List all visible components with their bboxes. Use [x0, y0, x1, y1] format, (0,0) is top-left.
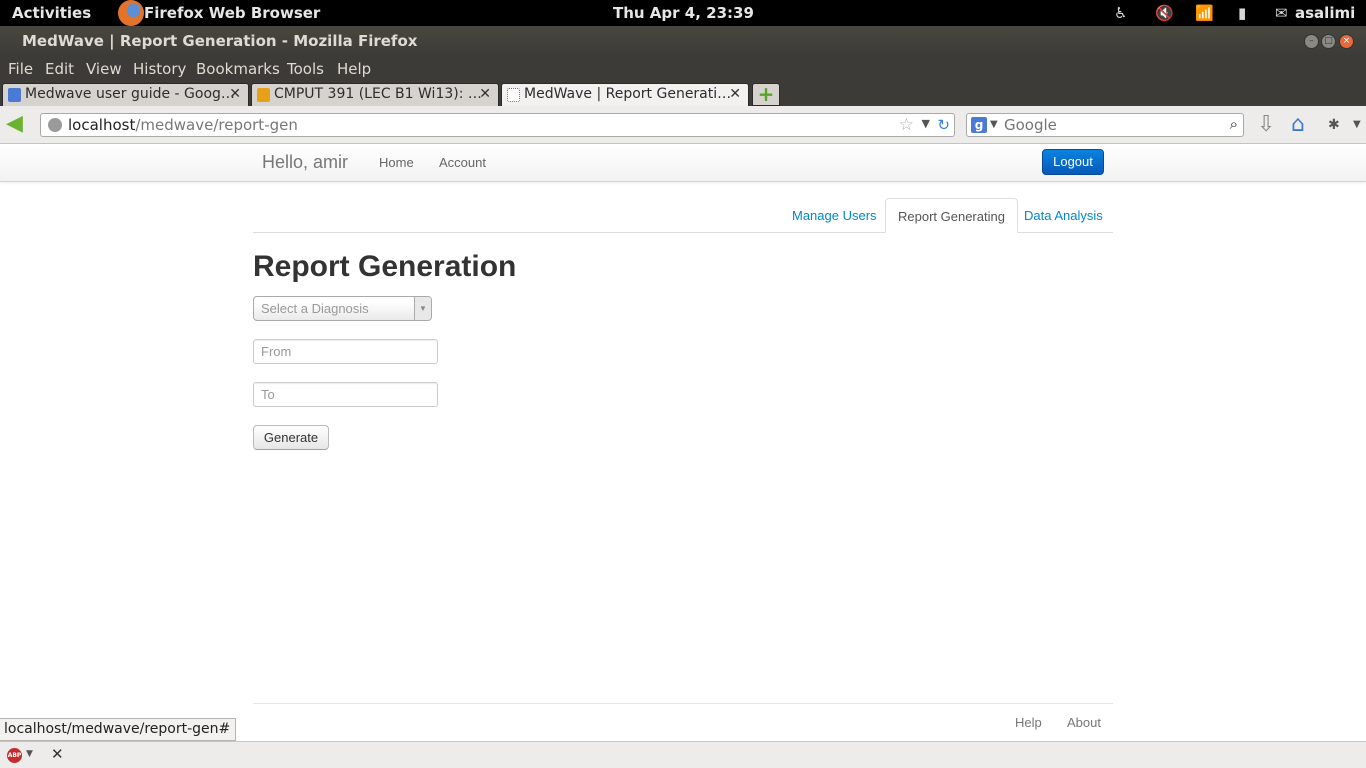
menu-tools[interactable]: Tools: [287, 60, 324, 78]
downloads-icon[interactable]: ⇩: [1257, 113, 1275, 137]
back-arrow-icon[interactable]: ◀: [6, 113, 30, 136]
link-status-popup: localhost/medwave/report-gen#: [0, 718, 237, 741]
tab-report-generating[interactable]: Report Generating: [885, 198, 1018, 233]
navigation-bar: ◀ localhost/medwave/report-gen ☆ ▼ ↻ g ▼…: [0, 106, 1366, 144]
tab-cmput-391[interactable]: CMPUT 391 (LEC B1 Wi13): … ✕: [251, 83, 499, 106]
page-title: Report Generation: [253, 250, 517, 283]
search-magnifier-icon[interactable]: ⌕: [1230, 115, 1238, 133]
greeting[interactable]: Hello, amir: [262, 152, 348, 173]
menu-edit[interactable]: Edit: [45, 60, 74, 78]
app-navbar: Hello, amir Home Account Logout: [0, 144, 1366, 182]
diagnosis-placeholder: Select a Diagnosis: [261, 301, 369, 316]
tab-medwave-user-guide[interactable]: Medwave user guide - Goog… ✕: [2, 83, 249, 106]
tab-strip: Medwave user guide - Goog… ✕ CMPUT 391 (…: [0, 82, 1366, 106]
url-history-dropdown-icon[interactable]: ▼: [922, 117, 930, 130]
user-menu[interactable]: asalimi: [1295, 4, 1355, 22]
new-tab-button[interactable]: +: [752, 83, 780, 106]
menu-file[interactable]: File: [8, 60, 33, 78]
wifi-icon[interactable]: 📶: [1195, 4, 1214, 22]
home-icon[interactable]: ⌂: [1291, 113, 1305, 137]
chevron-down-icon[interactable]: ▼: [414, 297, 431, 320]
google-engine-icon[interactable]: g: [971, 117, 987, 133]
close-addon-bar-icon[interactable]: ✕: [51, 745, 64, 763]
user-status-icon[interactable]: ✉: [1275, 4, 1288, 22]
generate-button[interactable]: Generate: [253, 425, 329, 450]
addon-bar: ABP ▼ ✕: [0, 741, 1366, 768]
site-identity-icon[interactable]: [48, 118, 62, 132]
system-top-bar: Activities Firefox Web Browser Thu Apr 4…: [0, 0, 1366, 26]
close-tab-icon[interactable]: ✕: [229, 86, 241, 102]
url-bar[interactable]: localhost/medwave/report-gen ☆ ▼ ↻: [40, 113, 955, 137]
window-title-bar: MedWave | Report Generation - Mozilla Fi…: [0, 26, 1366, 56]
url-host: localhost: [68, 116, 136, 134]
tab-medwave-report[interactable]: MedWave | Report Generati… ✕: [501, 83, 749, 106]
menu-bar: File Edit View History Bookmarks Tools H…: [0, 56, 1366, 82]
url-text[interactable]: localhost/medwave/report-gen: [68, 116, 298, 134]
footer-divider: [253, 703, 1113, 704]
activities-button[interactable]: Activities: [12, 4, 91, 22]
menu-help[interactable]: Help: [337, 60, 371, 78]
adblock-plus-icon[interactable]: ABP: [7, 748, 22, 763]
accessibility-icon[interactable]: ♿: [1114, 4, 1127, 22]
google-docs-icon: [8, 88, 21, 102]
footer-help-link[interactable]: Help: [1015, 715, 1042, 730]
tab-label: Medwave user guide - Goog…: [25, 86, 235, 102]
menu-bookmarks[interactable]: Bookmarks: [196, 60, 280, 78]
adblock-dropdown-icon[interactable]: ▼: [26, 749, 33, 759]
search-bar[interactable]: g ▼ ⌕: [966, 113, 1244, 137]
bookmark-star-icon[interactable]: ☆: [899, 115, 914, 135]
tab-manage-users[interactable]: Manage Users: [780, 198, 889, 233]
window-title: MedWave | Report Generation - Mozilla Fi…: [22, 32, 418, 50]
firefox-logo-icon: [118, 0, 144, 26]
nav-account-link[interactable]: Account: [439, 155, 486, 170]
minimize-button[interactable]: –: [1304, 34, 1319, 49]
maximize-button[interactable]: □: [1321, 34, 1336, 49]
logout-button[interactable]: Logout: [1042, 149, 1104, 175]
battery-icon[interactable]: ▮: [1238, 4, 1246, 22]
engine-dropdown-icon[interactable]: ▼: [990, 119, 998, 130]
close-window-button[interactable]: ×: [1339, 34, 1354, 49]
footer-about-link[interactable]: About: [1067, 715, 1101, 730]
overflow-dropdown-icon[interactable]: ▼: [1353, 113, 1361, 137]
close-tab-icon[interactable]: ✕: [479, 86, 491, 102]
clock[interactable]: Thu Apr 4, 23:39: [613, 4, 754, 22]
nav-home-link[interactable]: Home: [379, 155, 414, 170]
moodle-icon: [257, 88, 270, 102]
from-date-field[interactable]: [253, 339, 438, 364]
reload-icon[interactable]: ↻: [937, 116, 950, 134]
search-input[interactable]: [1004, 116, 1214, 134]
tab-data-analysis[interactable]: Data Analysis: [1012, 198, 1115, 233]
tab-label: MedWave | Report Generati…: [524, 86, 732, 102]
app-menu[interactable]: Firefox Web Browser: [144, 4, 320, 22]
addon-icon[interactable]: ✱: [1328, 113, 1340, 137]
url-path: /medwave/report-gen: [135, 116, 298, 134]
blank-page-icon: [507, 88, 520, 102]
to-date-field[interactable]: [253, 382, 438, 407]
volume-muted-icon[interactable]: 🔇: [1155, 4, 1174, 22]
diagnosis-select[interactable]: Select a Diagnosis ▼: [253, 296, 432, 321]
close-tab-icon[interactable]: ✕: [729, 86, 741, 102]
menu-view[interactable]: View: [86, 60, 122, 78]
tab-label: CMPUT 391 (LEC B1 Wi13): …: [274, 86, 482, 102]
menu-history[interactable]: History: [133, 60, 186, 78]
